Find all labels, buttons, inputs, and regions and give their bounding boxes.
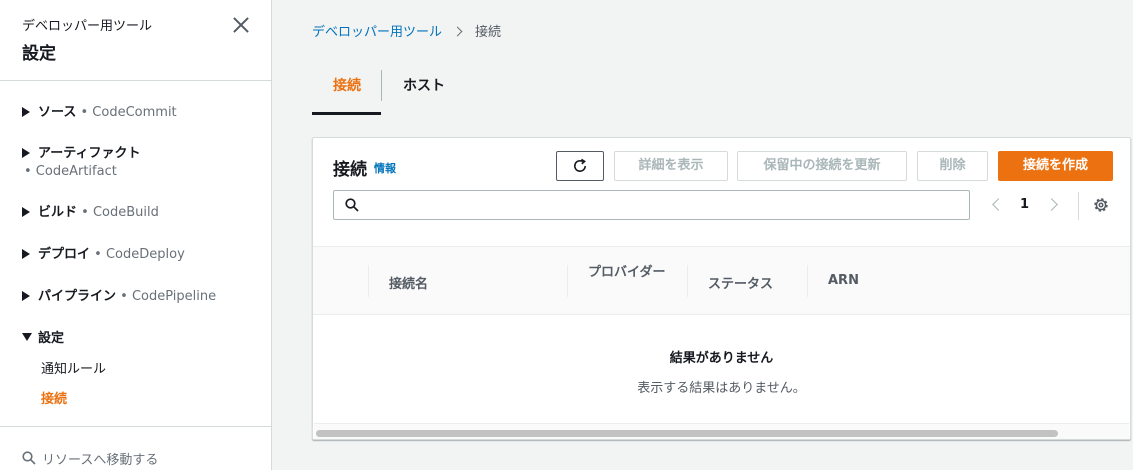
page-number[interactable]: 1 <box>1020 197 1029 212</box>
sidebar-section-pipeline[interactable]: パイプライン • CodePipeline <box>22 285 216 304</box>
create-connection-button[interactable]: 接続を作成 <box>998 151 1113 181</box>
caret-right-icon <box>22 148 30 158</box>
filter-input[interactable] <box>366 191 964 219</box>
table-header: 接続名 プロバイダー ステータス ARN <box>313 246 1130 315</box>
search-icon <box>22 451 36 465</box>
side-navigation: デベロッパー用ツール 設定 ソース • CodeCommit アーティファクト … <box>0 0 272 470</box>
tab-connections[interactable]: 接続 <box>333 75 361 95</box>
tab-bar: 接続 ホスト <box>312 65 1131 115</box>
column-header-status[interactable]: ステータス <box>708 273 773 292</box>
panel-title: 接続 <box>333 160 367 180</box>
chevron-left-icon[interactable] <box>992 198 1005 211</box>
caret-right-icon <box>22 107 30 117</box>
refresh-button[interactable] <box>556 151 604 181</box>
pagination-divider <box>1078 192 1079 220</box>
filter-search-box[interactable] <box>333 190 970 220</box>
empty-state-title: 結果がありません <box>669 351 774 366</box>
refresh-icon <box>574 158 586 172</box>
column-header-arn[interactable]: ARN <box>828 273 859 288</box>
sidebar-divider <box>0 426 271 427</box>
tab-divider <box>381 70 382 101</box>
sidebar-title: 設定 <box>22 44 56 64</box>
active-tab-indicator <box>312 112 381 115</box>
chevron-right-icon[interactable] <box>1045 198 1058 211</box>
sidebar-resource-search[interactable]: リソースへ移動する <box>42 449 158 468</box>
close-icon[interactable] <box>232 16 250 34</box>
breadcrumb-developer-tools[interactable]: デベロッパー用ツール <box>312 25 442 40</box>
caret-down-icon <box>22 333 32 341</box>
horizontal-scrollbar[interactable] <box>314 423 1129 439</box>
breadcrumb: デベロッパー用ツール 接続 <box>312 21 501 40</box>
scrollbar-thumb[interactable] <box>316 430 1058 437</box>
connections-panel: 接続 情報 詳細を表示 保留中の接続を更新 削除 接続を作成 1 接続名 プロバ… <box>312 137 1131 440</box>
info-link[interactable]: 情報 <box>374 160 396 176</box>
empty-state-message: 表示する結果はありません。 <box>637 381 806 396</box>
update-pending-connection-button[interactable]: 保留中の接続を更新 <box>737 151 907 181</box>
caret-right-icon <box>22 207 30 217</box>
sidebar-subtitle[interactable]: デベロッパー用ツール <box>22 15 152 34</box>
column-divider <box>368 265 369 297</box>
delete-button[interactable]: 削除 <box>917 151 988 181</box>
breadcrumb-current: 接続 <box>475 25 502 40</box>
tab-hosts[interactable]: ホスト <box>403 75 445 95</box>
column-divider <box>567 265 568 297</box>
sidebar-header: デベロッパー用ツール 設定 <box>0 0 271 81</box>
sidebar-section-source[interactable]: ソース • CodeCommit <box>22 101 177 120</box>
chevron-right-icon <box>452 26 463 37</box>
column-header-name[interactable]: 接続名 <box>389 273 428 292</box>
sidebar-section-deploy[interactable]: デプロイ • CodeDeploy <box>22 243 185 262</box>
sidebar-section-build[interactable]: ビルド • CodeBuild <box>22 201 159 220</box>
column-divider <box>687 265 688 297</box>
column-divider <box>807 265 808 297</box>
view-details-button[interactable]: 詳細を表示 <box>614 151 728 181</box>
caret-right-icon <box>22 249 30 259</box>
gear-icon[interactable] <box>1092 196 1110 214</box>
sidebar-section-settings[interactable]: 設定 <box>22 327 64 346</box>
column-header-provider[interactable]: プロバイダー <box>588 263 668 283</box>
sidebar-section-artifact[interactable]: アーティファクト • CodeArtifact <box>22 142 140 179</box>
sidebar-item-notification-rules[interactable]: 通知ルール <box>41 358 106 377</box>
sidebar-item-connections[interactable]: 接続 <box>41 388 67 407</box>
caret-right-icon <box>22 291 30 301</box>
search-icon <box>345 198 359 212</box>
